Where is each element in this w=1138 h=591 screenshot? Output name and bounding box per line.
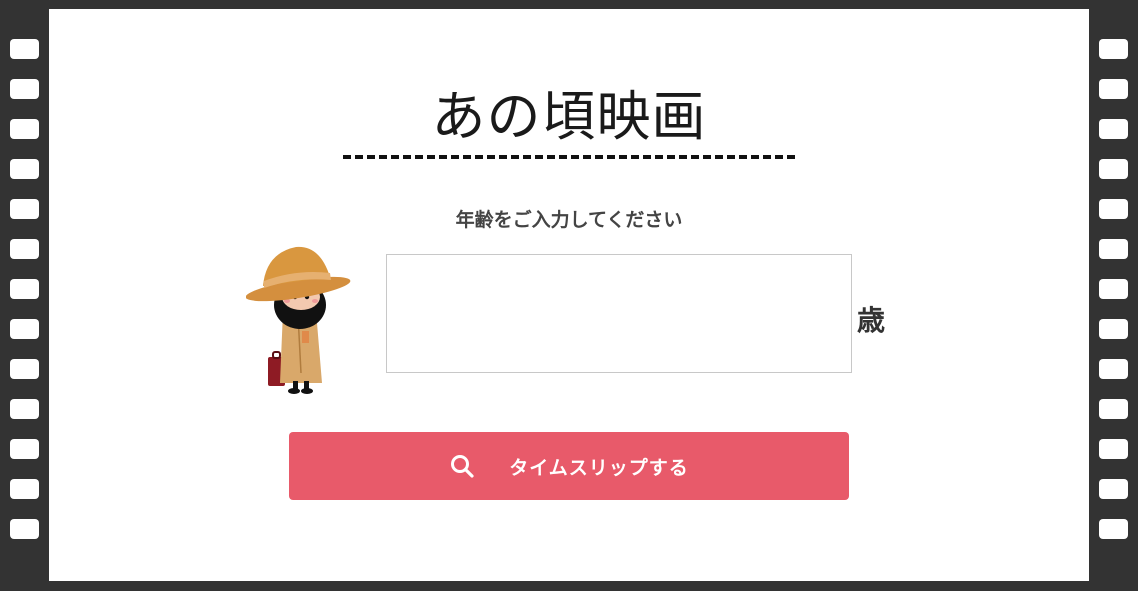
film-perforation	[1099, 479, 1128, 499]
film-perforation	[10, 279, 39, 299]
film-perforation	[1099, 439, 1128, 459]
time-slip-button[interactable]: タイムスリップする	[289, 432, 849, 500]
film-perforation	[10, 159, 39, 179]
film-perforation	[1099, 239, 1128, 259]
film-perforation	[10, 319, 39, 339]
page-title: あの頃映画	[431, 85, 707, 148]
film-perforation	[10, 479, 39, 499]
time-slip-button-label: タイムスリップする	[509, 456, 689, 479]
film-perforation	[10, 239, 39, 259]
film-perforation	[1099, 79, 1128, 99]
film-perforation	[1099, 119, 1128, 139]
film-perforation	[1099, 319, 1128, 339]
film-perforation	[1099, 39, 1128, 59]
film-perforation	[10, 79, 39, 99]
film-perforation	[10, 119, 39, 139]
film-perforation	[10, 39, 39, 59]
age-input[interactable]	[386, 254, 852, 373]
title-dashed-underline	[343, 155, 795, 159]
age-prompt-label: 年齢をご入力してください	[455, 209, 683, 231]
age-unit-label: 歳	[857, 304, 886, 337]
film-perforation	[10, 519, 39, 539]
film-strip-right	[1089, 0, 1138, 591]
film-perforation	[1099, 279, 1128, 299]
traveler-mascot-illustration	[246, 246, 351, 394]
main-panel: あの頃映画 年齢をご入力してください 歳 タイムスリップする	[49, 9, 1089, 581]
film-perforation	[10, 359, 39, 379]
film-perforation	[1099, 159, 1128, 179]
film-perforation	[10, 399, 39, 419]
film-perforation	[1099, 399, 1128, 419]
film-perforation	[1099, 199, 1128, 219]
film-perforation	[1099, 359, 1128, 379]
film-perforation	[10, 199, 39, 219]
film-perforation	[1099, 519, 1128, 539]
film-perforation	[10, 439, 39, 459]
search-icon	[451, 455, 474, 478]
film-strip-left	[0, 0, 49, 591]
